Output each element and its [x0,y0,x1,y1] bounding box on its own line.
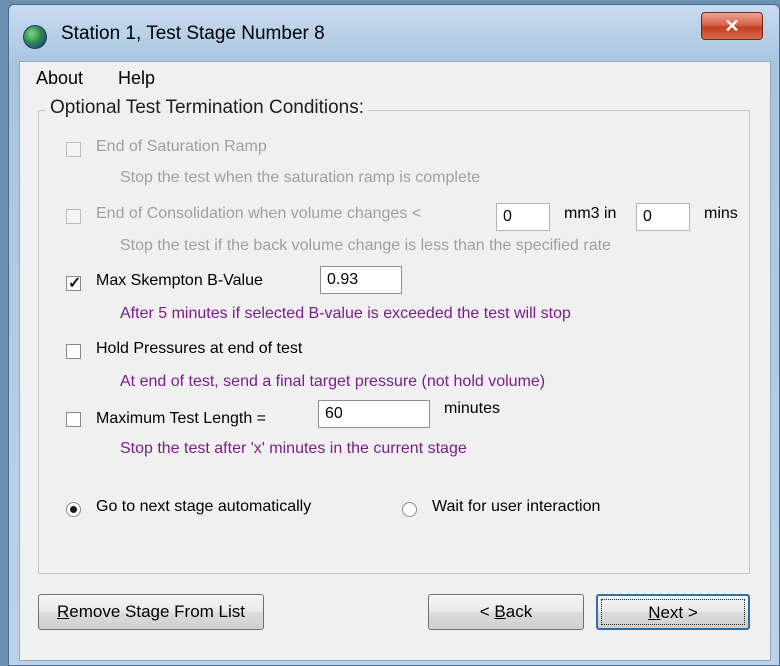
consolidation-label: End of Consolidation when volume changes… [96,205,422,222]
time-unit-label: mins [704,205,738,222]
max-test-length-checkbox[interactable] [66,412,81,427]
close-button[interactable]: ✕ [701,12,763,40]
saturation-ramp-description: Stop the test when the saturation ramp i… [120,169,481,186]
globe-app-icon [23,25,47,49]
back-mnemonic: B [494,602,506,621]
skempton-value-input[interactable] [320,266,402,294]
menu-bar: About Help [20,62,770,92]
back-label: ack [505,602,533,621]
hold-pressures-label: Hold Pressures at end of test [96,340,303,357]
minutes-unit-label: minutes [444,400,501,417]
volume-change-input[interactable] [496,203,550,231]
wait-user-radio[interactable] [402,502,417,517]
max-test-length-input[interactable] [318,400,430,428]
group-title: Optional Test Termination Conditions: [46,97,369,119]
volume-unit-label: mm3 in [564,205,617,222]
title-bar[interactable]: Station 1, Test Stage Number 8 ✕ [9,5,779,61]
radio-selected-dot [70,506,77,513]
consolidation-checkbox[interactable] [66,209,81,224]
window-title: Station 1, Test Stage Number 8 [61,23,325,44]
time-interval-input[interactable] [636,203,690,231]
checkmark-icon: ✓ [68,275,82,292]
menu-help[interactable]: Help [118,68,155,89]
menu-about[interactable]: About [36,68,83,89]
saturation-ramp-checkbox[interactable] [66,142,81,157]
skempton-description: After 5 minutes if selected B-value is e… [120,305,571,322]
max-test-length-label: Maximum Test Length = [96,410,267,427]
saturation-ramp-label: End of Saturation Ramp [96,138,267,155]
max-test-length-description: Stop the test after 'x' minutes in the c… [120,440,467,457]
back-prefix: < [479,602,495,621]
hold-pressures-checkbox[interactable] [66,344,81,359]
close-icon: ✕ [724,16,740,36]
hold-pressures-description: At end of test, send a final target pres… [120,373,546,390]
next-stage-auto-label: Go to next stage automatically [96,498,312,515]
consolidation-description: Stop the test if the back volume change … [120,237,611,254]
wait-user-label: Wait for user interaction [432,498,601,515]
back-button[interactable]: < Back [428,594,584,630]
remove-mnemonic: R [56,602,70,621]
next-button[interactable]: Next > [596,594,750,630]
remove-stage-button[interactable]: Remove Stage From List [38,594,264,630]
remove-label: emove Stage From List [69,602,246,621]
focus-rectangle [601,599,745,625]
skempton-checkbox[interactable]: ✓ [66,275,82,292]
dialog-window: Station 1, Test Stage Number 8 ✕ About H… [8,4,780,666]
skempton-label: Max Skempton B-Value [96,272,263,289]
next-stage-auto-radio[interactable] [66,502,81,517]
dialog-client-area: About Help Optional Test Termination Con… [19,61,771,661]
